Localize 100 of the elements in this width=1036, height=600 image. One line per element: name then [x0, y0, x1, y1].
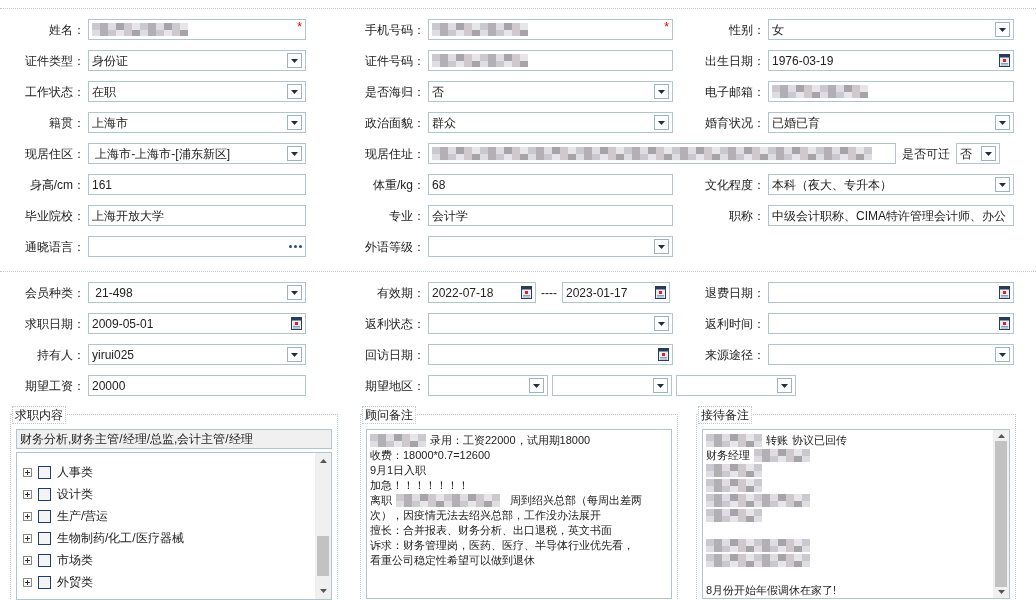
expand-icon[interactable]	[23, 511, 32, 521]
input-field[interactable]	[88, 236, 306, 257]
tree-item-label[interactable]: 外贸类	[57, 573, 93, 591]
tree-item-label[interactable]: 人事类	[57, 463, 93, 481]
input-field[interactable]: 中级会计职称、CIMA特许管理会计师、办公	[768, 205, 1014, 226]
select-field[interactable]	[428, 236, 673, 257]
checkbox[interactable]	[38, 465, 51, 479]
dropdown-button[interactable]	[287, 84, 302, 99]
date-field[interactable]	[768, 282, 1014, 303]
scrollbar[interactable]	[993, 430, 1009, 598]
select-field[interactable]: 本科（夜大、专升本）	[768, 174, 1014, 195]
input-field[interactable]: 68	[428, 174, 673, 195]
calendar-icon[interactable]	[658, 348, 669, 361]
select-field[interactable]: 群众	[428, 112, 673, 133]
expand-icon[interactable]	[23, 577, 32, 587]
dropdown-button[interactable]	[529, 378, 544, 393]
select-field[interactable]	[428, 375, 548, 396]
field-value: 会计学	[432, 207, 469, 225]
notes-area[interactable]: 录用：工资22000，试用期18000 收费：18000*0.7=12600 9月1日入职 加急！！！！！！！ 离职 周到绍兴总部（每周出差两 次），因疫情无法去绍兴总部，工作没办法展开 擅长：合并报表、财务分析、出口退税，英文书面 诉求：财务管理岗，医药、医疗、半导体行业优先看， 看重公司稳定性希望可以做到退休	[366, 429, 672, 599]
select-field[interactable]: 否	[428, 81, 673, 102]
tree-item-label[interactable]: 生产/营运	[57, 507, 109, 525]
dropdown-button[interactable]	[653, 378, 668, 393]
field-value: 上海市	[92, 114, 129, 132]
field-label: 毕业院校：	[24, 207, 86, 225]
tree-item-label[interactable]: 生物制药/化工/医疗器械	[57, 529, 184, 547]
tree-item-label[interactable]: 市场类	[57, 551, 93, 569]
dropdown-button[interactable]	[995, 115, 1010, 130]
select-field[interactable]: 女	[768, 19, 1014, 40]
expand-icon[interactable]	[23, 467, 32, 477]
dropdown-button[interactable]	[995, 22, 1010, 37]
calendar-icon[interactable]	[521, 286, 532, 299]
dropdown-button[interactable]	[287, 146, 302, 161]
input-field[interactable]: *	[88, 19, 306, 40]
panel-legend: 顾问备注	[362, 406, 416, 424]
select-field[interactable]	[676, 375, 796, 396]
select-field[interactable]	[552, 375, 672, 396]
selected-jobs-field[interactable]: 财务分析,财务主管/经理/总监,会计主管/经理	[16, 429, 332, 449]
expand-icon[interactable]	[23, 533, 32, 543]
notes-area[interactable]: 转账 协议已回传 财务经理 8月份开始年假调休在家了!	[702, 429, 1010, 599]
dropdown-button[interactable]	[287, 53, 302, 68]
date-field[interactable]: 2022-07-18	[428, 282, 536, 303]
dropdown-button[interactable]	[654, 84, 669, 99]
dropdown-button[interactable]	[287, 347, 302, 362]
more-icon[interactable]	[289, 245, 302, 248]
scroll-down-icon[interactable]	[997, 590, 1005, 594]
date-field[interactable]	[768, 313, 1014, 334]
dropdown-button[interactable]	[654, 316, 669, 331]
dropdown-button[interactable]	[995, 347, 1010, 362]
select-field[interactable]: 上海市	[88, 112, 306, 133]
select-field[interactable]: 在职	[88, 81, 306, 102]
input-field[interactable]: 上海开放大学	[88, 205, 306, 226]
calendar-icon[interactable]	[999, 54, 1010, 67]
checkbox[interactable]	[38, 575, 51, 589]
dropdown-button[interactable]	[981, 146, 996, 161]
input-field[interactable]: 161	[88, 174, 306, 195]
scrollbar[interactable]	[315, 453, 331, 599]
scroll-thumb[interactable]	[317, 536, 329, 576]
field-value: 1976-03-19	[772, 52, 835, 70]
input-field[interactable]	[768, 81, 1014, 102]
select-field[interactable]	[428, 313, 673, 334]
select-field[interactable]: 否	[956, 143, 1000, 164]
date-field[interactable]	[428, 344, 673, 365]
scroll-up-icon[interactable]	[319, 459, 327, 463]
dropdown-button[interactable]	[654, 239, 669, 254]
note-text: 协议已回传	[792, 433, 847, 449]
scroll-up-icon[interactable]	[997, 434, 1005, 438]
caret-icon	[657, 383, 664, 388]
dropdown-button[interactable]	[287, 285, 302, 300]
dropdown-button[interactable]	[995, 177, 1010, 192]
date-field[interactable]: 1976-03-19	[768, 50, 1014, 71]
select-field[interactable]: 身份证	[88, 50, 306, 71]
scroll-thumb[interactable]	[995, 441, 1007, 587]
input-field[interactable]: 20000	[88, 375, 306, 396]
select-field[interactable]	[768, 344, 1014, 365]
checkbox[interactable]	[38, 531, 51, 545]
dropdown-button[interactable]	[777, 378, 792, 393]
calendar-icon[interactable]	[655, 286, 666, 299]
input-field[interactable]	[428, 143, 896, 164]
select-field[interactable]: 21-498	[88, 282, 306, 303]
dropdown-button[interactable]	[654, 115, 669, 130]
input-field[interactable]: 会计学	[428, 205, 673, 226]
checkbox[interactable]	[38, 509, 51, 523]
calendar-icon[interactable]	[999, 286, 1010, 299]
panel-legend: 求职内容	[12, 406, 66, 424]
dropdown-button[interactable]	[287, 115, 302, 130]
input-field[interactable]	[428, 50, 673, 71]
expand-icon[interactable]	[23, 555, 32, 565]
calendar-icon[interactable]	[999, 317, 1010, 330]
checkbox[interactable]	[38, 553, 51, 567]
date-field[interactable]: 2009-05-01	[88, 313, 306, 334]
checkbox[interactable]	[38, 487, 51, 501]
select-field[interactable]: 已婚已育	[768, 112, 1014, 133]
tree-item-label[interactable]: 设计类	[57, 485, 93, 503]
select-field[interactable]: 上海市-上海市-[浦东新区]	[88, 143, 306, 164]
scroll-down-icon[interactable]	[319, 589, 327, 593]
select-field[interactable]: yirui025	[88, 344, 306, 365]
date-field[interactable]: 2023-01-17	[562, 282, 670, 303]
expand-icon[interactable]	[23, 489, 32, 499]
input-field[interactable]: *	[428, 19, 673, 40]
calendar-icon[interactable]	[291, 317, 302, 330]
